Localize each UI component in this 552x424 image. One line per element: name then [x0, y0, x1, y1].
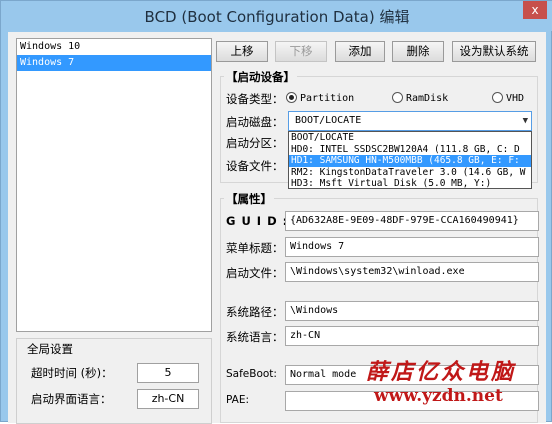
timeout-field[interactable]: 5 — [137, 363, 199, 383]
device-type-label: 设备类型： — [226, 92, 284, 106]
global-settings-title: 全局设置 — [27, 342, 73, 356]
dropdown-option[interactable]: HD3: Msft Virtual Disk (5.0 MB, Y:) — [289, 178, 531, 188]
os-list[interactable]: Windows 10 Windows 7 — [16, 38, 212, 332]
radio-dot-icon — [286, 92, 297, 103]
menu-title-field[interactable]: Windows 7 — [285, 237, 539, 257]
device-file-label: 设备文件： — [226, 159, 284, 173]
boot-file-label: 启动文件： — [226, 266, 284, 280]
radio-dot-icon — [492, 92, 503, 103]
radio-vhd-label: VHD — [506, 93, 525, 104]
delete-button[interactable]: 删除 — [392, 41, 444, 62]
client-area: Windows 10 Windows 7 全局设置 超时时间 (秒)： 5 启动… — [8, 32, 546, 424]
add-button[interactable]: 添加 — [335, 41, 385, 62]
boot-lang-field[interactable]: zh-CN — [137, 389, 199, 409]
system-language-field[interactable]: zh-CN — [285, 326, 539, 346]
os-item-windows-10[interactable]: Windows 10 — [17, 39, 211, 55]
guid-field[interactable]: {AD632A8E-9E09-48DF-979E-CCA160490941} — [285, 211, 539, 231]
menu-title-label: 菜单标题： — [226, 241, 284, 255]
close-button[interactable]: x — [523, 1, 547, 19]
properties-title: 【属性】 — [224, 191, 274, 207]
system-path-field[interactable]: \Windows — [285, 301, 539, 321]
safeboot-label: SafeBoot: — [226, 368, 277, 380]
system-language-label: 系统语言： — [226, 330, 284, 344]
dropdown-option[interactable]: HD0: INTEL SSDSC2BW120A4 (111.8 GB, C: D — [289, 144, 531, 156]
move-down-button[interactable]: 下移 — [275, 41, 327, 62]
boot-disk-value: BOOT/LOCATE — [295, 115, 362, 126]
os-item-windows-7[interactable]: Windows 7 — [17, 55, 211, 71]
watermark-url: www.yzdn.net — [374, 386, 503, 406]
boot-partition-label: 启动分区： — [226, 136, 284, 150]
watermark: 薛店亿众电脑 www.yzdn.net — [366, 354, 552, 406]
timeout-label: 超时时间 (秒)： — [31, 366, 113, 380]
boot-disk-dropdown[interactable]: BOOT/LOCATE HD0: INTEL SSDSC2BW120A4 (11… — [288, 131, 532, 189]
dropdown-option[interactable]: BOOT/LOCATE — [289, 132, 531, 144]
radio-ramdisk[interactable]: RamDisk — [392, 92, 448, 104]
bcd-window: BCD (Boot Configuration Data) 编辑 x Windo… — [0, 0, 552, 424]
title-bar: BCD (Boot Configuration Data) 编辑 x — [1, 1, 552, 31]
global-settings-group: 全局设置 超时时间 (秒)： 5 启动界面语言： zh-CN — [16, 338, 212, 424]
boot-file-field[interactable]: \Windows\system32\winload.exe — [285, 262, 539, 282]
radio-dot-icon — [392, 92, 403, 103]
move-up-button[interactable]: 上移 — [216, 41, 268, 62]
radio-vhd[interactable]: VHD — [492, 92, 524, 104]
boot-disk-label: 启动磁盘： — [226, 115, 284, 129]
boot-device-title: 【启动设备】 — [224, 69, 297, 85]
window-title: BCD (Boot Configuration Data) 编辑 — [144, 8, 410, 26]
system-path-label: 系统路径： — [226, 305, 284, 319]
boot-disk-combo[interactable]: BOOT/LOCATE ▼ — [288, 111, 532, 131]
chevron-down-icon[interactable]: ▼ — [523, 112, 528, 130]
radio-partition-label: Partition — [300, 93, 355, 104]
boot-lang-label: 启动界面语言： — [31, 392, 112, 406]
pae-label: PAE: — [226, 394, 250, 406]
radio-partition[interactable]: Partition — [286, 92, 354, 104]
watermark-brand: 薛店亿众电脑 — [366, 359, 517, 385]
radio-ramdisk-label: RamDisk — [406, 93, 449, 104]
set-default-button[interactable]: 设为默认系统 — [452, 41, 536, 62]
dropdown-option[interactable]: RM2: KingstonDataTraveler 3.0 (14.6 GB, … — [289, 167, 531, 179]
dropdown-option[interactable]: HD1: SAMSUNG HN-M500MBB (465.8 GB, E: F: — [289, 155, 531, 167]
guid-label: G U I D : — [226, 214, 289, 228]
